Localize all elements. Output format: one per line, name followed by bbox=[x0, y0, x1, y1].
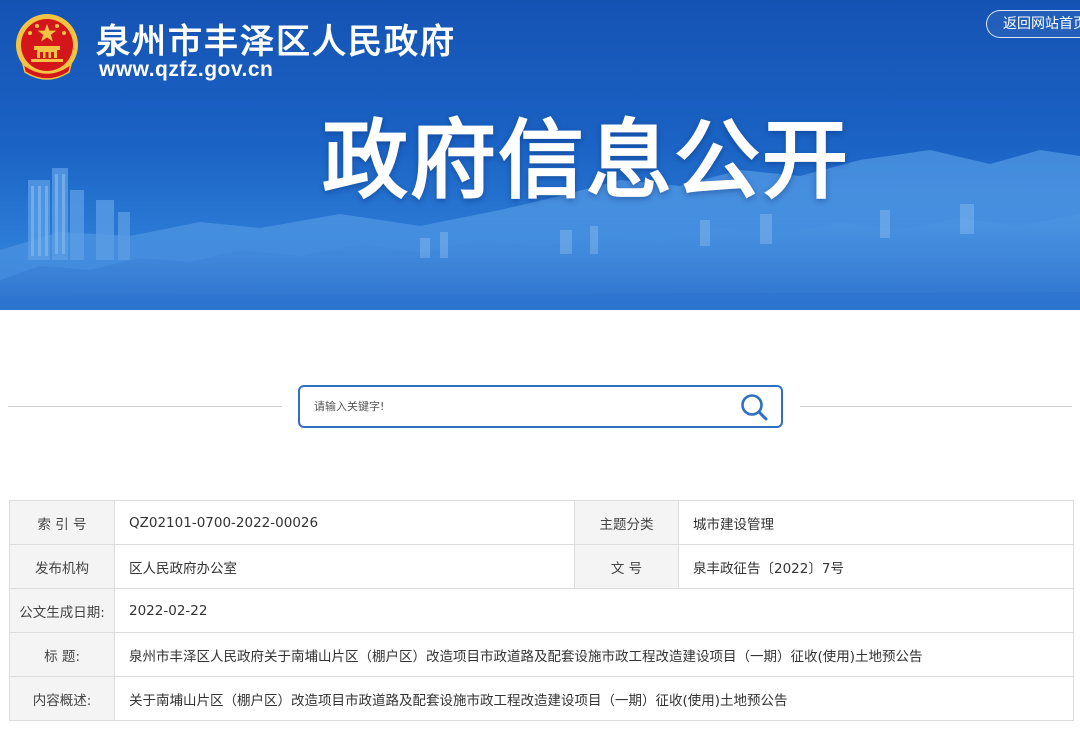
date-label: 公文生成日期: bbox=[9, 588, 115, 633]
search-input[interactable] bbox=[306, 391, 726, 422]
banner-title: 政府信息公开 bbox=[322, 111, 850, 211]
search-button[interactable] bbox=[737, 392, 771, 422]
site-url: www.qzfz.gov.cn bbox=[99, 58, 274, 81]
summary-value: 关于南埔山片区（棚户区）改造项目市政道路及配套设施市政工程改造建设项目（一期）征… bbox=[114, 676, 1074, 721]
index-number-label: 索 引 号 bbox=[9, 500, 115, 545]
document-info-table: 索 引 号 QZ02101-0700-2022-00026 主题分类 城市建设管… bbox=[9, 500, 1074, 721]
search-divider-left bbox=[8, 406, 282, 407]
publisher-value: 区人民政府办公室 bbox=[114, 544, 575, 589]
table-row: 内容概述: 关于南埔山片区（棚户区）改造项目市政道路及配套设施市政工程改造建设项… bbox=[9, 676, 1074, 721]
search-box bbox=[298, 385, 783, 428]
publisher-label: 发布机构 bbox=[9, 544, 115, 589]
table-row: 标 题: 泉州市丰泽区人民政府关于南埔山片区（棚户区）改造项目市政道路及配套设施… bbox=[9, 632, 1074, 677]
index-number-value: QZ02101-0700-2022-00026 bbox=[114, 500, 575, 545]
table-row: 索 引 号 QZ02101-0700-2022-00026 主题分类 城市建设管… bbox=[9, 500, 1074, 545]
table-row: 公文生成日期: 2022-02-22 bbox=[9, 588, 1074, 633]
national-emblem-icon bbox=[13, 12, 81, 80]
home-link-button[interactable]: 返回网站首页 bbox=[986, 10, 1080, 38]
table-row: 发布机构 区人民政府办公室 文 号 泉丰政征告〔2022〕7号 bbox=[9, 544, 1074, 589]
document-number-value: 泉丰政征告〔2022〕7号 bbox=[678, 544, 1074, 589]
site-name: 泉州市丰泽区人民政府 bbox=[96, 22, 456, 62]
summary-label: 内容概述: bbox=[9, 676, 115, 721]
document-number-label: 文 号 bbox=[574, 544, 679, 589]
topic-value: 城市建设管理 bbox=[678, 500, 1074, 545]
search-divider-right bbox=[800, 406, 1072, 407]
title-label: 标 题: bbox=[9, 632, 115, 677]
topic-label: 主题分类 bbox=[574, 500, 679, 545]
search-icon bbox=[741, 394, 768, 421]
title-value: 泉州市丰泽区人民政府关于南埔山片区（棚户区）改造项目市政道路及配套设施市政工程改… bbox=[114, 632, 1074, 677]
header-banner: 泉州市丰泽区人民政府 www.qzfz.gov.cn 返回网站首页 政府信息公开 bbox=[0, 0, 1080, 310]
date-value: 2022-02-22 bbox=[114, 588, 1074, 633]
